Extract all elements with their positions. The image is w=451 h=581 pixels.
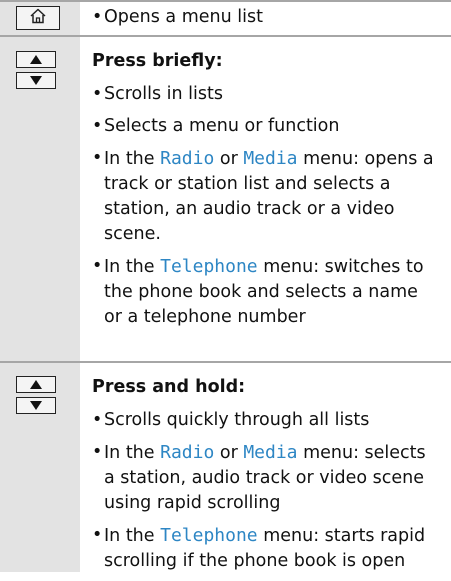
list-item: Scrolls quickly through all lists (92, 408, 438, 433)
bullet-list: Scrolls quickly through all lists In the… (92, 408, 438, 574)
divider (0, 361, 451, 363)
triangle-up-icon (29, 375, 43, 394)
down-key (16, 72, 56, 89)
row-description: Opens a menu list (92, 5, 438, 37)
key-group (16, 376, 56, 414)
row-description: Press and hold: Scrolls quickly through … (92, 375, 438, 581)
home-icon (29, 8, 47, 28)
section-heading: Press briefly: (92, 51, 223, 71)
list-item: Opens a menu list (92, 5, 438, 30)
divider (0, 0, 451, 2)
row-description: Press briefly: Scrolls in lists Selects … (92, 49, 438, 337)
keyword-media: Media (243, 442, 298, 463)
keyword-telephone: Telephone (160, 256, 258, 277)
triangle-up-icon (29, 50, 43, 69)
manual-page: Opens a menu list Press briefly: Scrolls… (0, 0, 451, 572)
list-item: In the Telephone menu: switches to the p… (92, 254, 438, 330)
triangle-down-icon (29, 71, 43, 90)
keyword-radio: Radio (160, 442, 215, 463)
keyword-radio: Radio (160, 148, 215, 169)
section-heading: Press and hold: (92, 377, 246, 397)
bullet-list: Opens a menu list (92, 5, 438, 30)
bullet-list: Scrolls in lists Selects a menu or funct… (92, 82, 438, 330)
keyword-media: Media (243, 148, 298, 169)
down-key (16, 397, 56, 414)
keyword-telephone: Telephone (160, 525, 258, 546)
list-item: Selects a menu or function (92, 114, 438, 139)
key-group (16, 6, 60, 30)
home-key (16, 6, 60, 30)
list-item: Scrolls in lists (92, 82, 438, 107)
up-key (16, 376, 56, 393)
list-item: In the Radio or Media menu: selects a st… (92, 440, 438, 516)
up-key (16, 51, 56, 68)
key-group (16, 51, 56, 89)
triangle-down-icon (29, 396, 43, 415)
list-item: In the Telephone menu: starts rapid scro… (92, 523, 438, 574)
list-item: In the Radio or Media menu: opens a trac… (92, 146, 438, 247)
